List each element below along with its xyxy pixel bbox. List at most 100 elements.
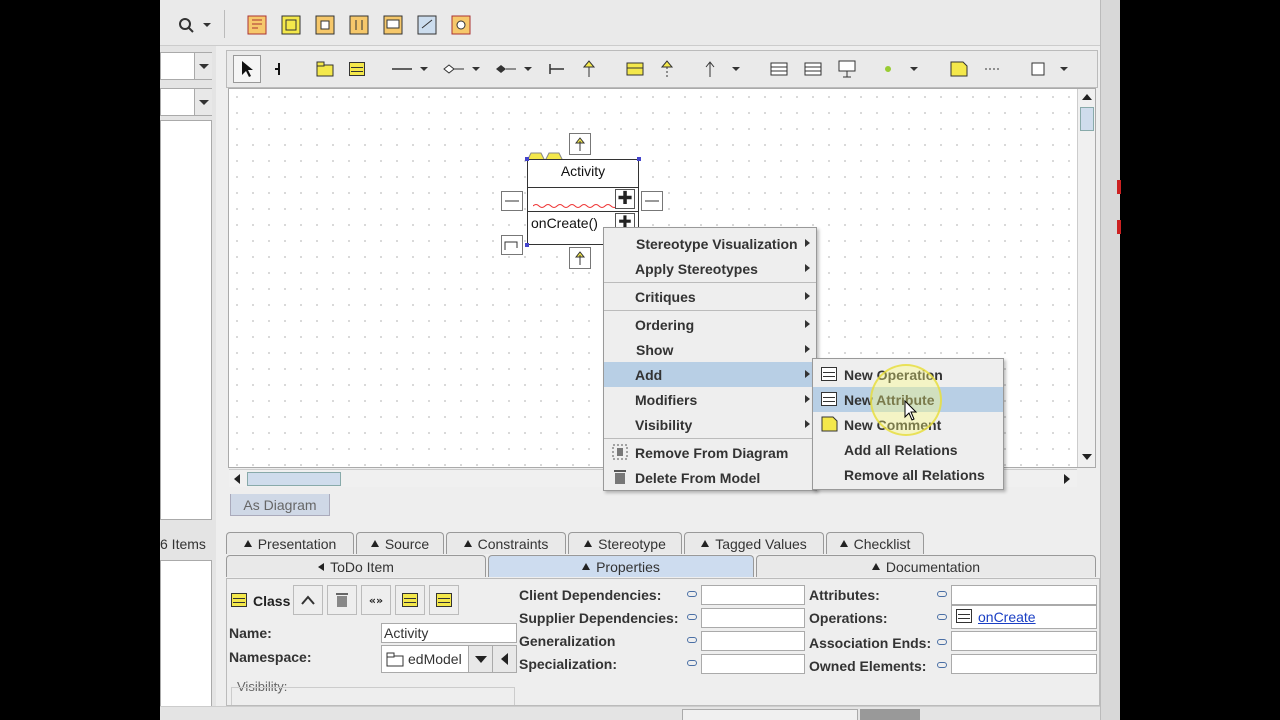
interface-tool-icon[interactable] <box>621 55 649 83</box>
operations-field[interactable]: onCreate <box>951 605 1097 629</box>
tab-as-diagram[interactable]: As Diagram <box>230 494 330 516</box>
search-dropdown-button[interactable] <box>168 12 214 38</box>
association-handle-right-icon[interactable] <box>641 191 663 211</box>
tab-tagged-values[interactable]: Tagged Values <box>684 532 824 554</box>
navigate-up-icon[interactable] <box>293 585 323 615</box>
class-diagram-icon[interactable] <box>278 12 304 38</box>
node-tool-icon[interactable] <box>877 55 923 83</box>
name-field[interactable]: Activity <box>381 623 517 643</box>
statechart-diagram-icon[interactable] <box>414 12 440 38</box>
client-deps-link-icon <box>687 591 697 597</box>
tab-properties[interactable]: Properties <box>488 555 754 577</box>
client-dependencies-field[interactable] <box>701 585 805 605</box>
supplier-dependencies-label: Supplier Dependencies: <box>519 610 679 626</box>
menu-item-delete-from-model[interactable]: Delete From Model <box>604 465 816 490</box>
new-attribute-button-icon[interactable] <box>395 585 425 615</box>
package-icon <box>386 652 404 667</box>
sequence-diagram-icon[interactable] <box>346 12 372 38</box>
comment-tool-icon[interactable] <box>945 55 973 83</box>
attribute-tool-icon[interactable] <box>765 55 793 83</box>
tab-presentation[interactable]: Presentation <box>226 532 354 554</box>
comment-link-tool-icon[interactable] <box>979 55 1007 83</box>
main-toolbar <box>160 0 1100 46</box>
generalization-link-icon <box>687 637 697 643</box>
new-operation-button-icon[interactable] <box>429 585 459 615</box>
collaboration-diagram-icon[interactable] <box>380 12 406 38</box>
self-association-handle-icon[interactable] <box>501 235 523 255</box>
argouml-window: 6 Items Activity onCreate() ✚ ✚ As Diagr… <box>160 0 1120 720</box>
class-type-icon <box>231 593 247 611</box>
vertical-scrollbar[interactable] <box>1077 89 1095 467</box>
menu-item-show[interactable]: Show <box>604 337 816 362</box>
delete-icon[interactable] <box>327 585 357 615</box>
tab-checklist[interactable]: Checklist <box>826 532 924 554</box>
specialization-link-icon <box>687 660 697 666</box>
select-tool-icon[interactable] <box>233 55 261 83</box>
association-ends-link-icon <box>937 639 947 645</box>
enumeration-tool-icon[interactable] <box>833 55 861 83</box>
owned-elements-link-icon <box>937 662 947 668</box>
operation-icon <box>956 609 972 627</box>
name-label: Name: <box>229 625 272 641</box>
broom-tool-icon[interactable] <box>265 55 293 83</box>
class-name[interactable]: Activity <box>527 163 639 179</box>
generalization-handle-bottom-icon[interactable] <box>569 247 591 269</box>
namespace-combo[interactable]: edModel <box>381 645 517 673</box>
tab-source[interactable]: Source <box>356 532 444 554</box>
specialization-field[interactable] <box>701 654 805 674</box>
menu-item-apply-stereotypes[interactable]: Apply Stereotypes <box>604 256 816 281</box>
menu-item-modifiers[interactable]: Modifiers <box>604 387 816 412</box>
menu-item-visibility[interactable]: Visibility <box>604 412 816 437</box>
association-handle-left-icon[interactable] <box>501 191 523 211</box>
realization-tool-icon[interactable] <box>653 55 681 83</box>
menu-item-critiques[interactable]: Critiques <box>604 284 816 309</box>
supplier-dependencies-field[interactable] <box>701 608 805 628</box>
enumeration-literal-icon[interactable]: «» <box>361 585 391 615</box>
add-attribute-icon[interactable]: ✚ <box>615 189 635 209</box>
attributes-link-icon <box>937 591 947 597</box>
comment-icon <box>821 416 838 432</box>
activity-diagram-icon[interactable] <box>448 12 474 38</box>
composition-tool-icon[interactable] <box>491 55 537 83</box>
attribute-icon <box>821 392 837 409</box>
attributes-field[interactable] <box>951 585 1097 605</box>
menu-item-remove-all-relations[interactable]: Remove all Relations <box>813 462 1003 487</box>
menu-item-add[interactable]: Add <box>604 362 816 387</box>
association-ends-field[interactable] <box>951 631 1097 651</box>
association-end-tool-icon[interactable] <box>543 55 571 83</box>
operation-link-oncreate[interactable]: onCreate <box>978 609 1036 625</box>
attribute-compartment <box>533 204 615 208</box>
menu-item-ordering[interactable]: Ordering <box>604 312 816 337</box>
menu-item-stereotype-visualization[interactable]: Stereotype Visualization <box>604 231 816 256</box>
tab-stereotype[interactable]: Stereotype <box>568 532 682 554</box>
tab-documentation[interactable]: Documentation <box>756 555 1096 577</box>
namespace-label: Namespace: <box>229 649 312 665</box>
operation-tool-icon[interactable] <box>799 55 827 83</box>
explorer-tree[interactable] <box>160 120 212 520</box>
dependency-tool-icon[interactable] <box>699 55 745 83</box>
package-tool-icon[interactable] <box>311 55 339 83</box>
association-tool-icon[interactable] <box>387 55 433 83</box>
usecase-diagram-icon[interactable] <box>312 12 338 38</box>
owned-elements-label: Owned Elements: <box>809 658 927 674</box>
tab-constraints[interactable]: Constraints <box>446 532 566 554</box>
perspective-combo[interactable] <box>160 52 212 80</box>
details-pane: Presentation Source Constraints Stereoty… <box>226 524 1100 708</box>
generalization-label: Generalization <box>519 633 616 649</box>
shape-tool-icon[interactable] <box>1027 55 1073 83</box>
menu-item-remove-from-diagram[interactable]: Remove From Diagram <box>604 440 816 465</box>
owned-elements-field[interactable] <box>951 654 1097 674</box>
menu-item-add-all-relations[interactable]: Add all Relations <box>813 437 1003 462</box>
new-diagram-icon[interactable] <box>244 12 270 38</box>
operation-icon <box>821 367 837 384</box>
todo-list[interactable] <box>160 560 212 720</box>
order-combo[interactable] <box>160 88 212 116</box>
operation-oncreate[interactable]: onCreate() <box>531 215 598 231</box>
class-tool-icon[interactable] <box>343 55 371 83</box>
generalization-handle-top-icon[interactable] <box>569 133 591 155</box>
operations-link-icon <box>937 614 947 620</box>
generalization-tool-icon[interactable] <box>575 55 603 83</box>
aggregation-tool-icon[interactable] <box>439 55 485 83</box>
tab-todo-item[interactable]: ToDo Item <box>226 555 486 577</box>
generalization-field[interactable] <box>701 631 805 651</box>
